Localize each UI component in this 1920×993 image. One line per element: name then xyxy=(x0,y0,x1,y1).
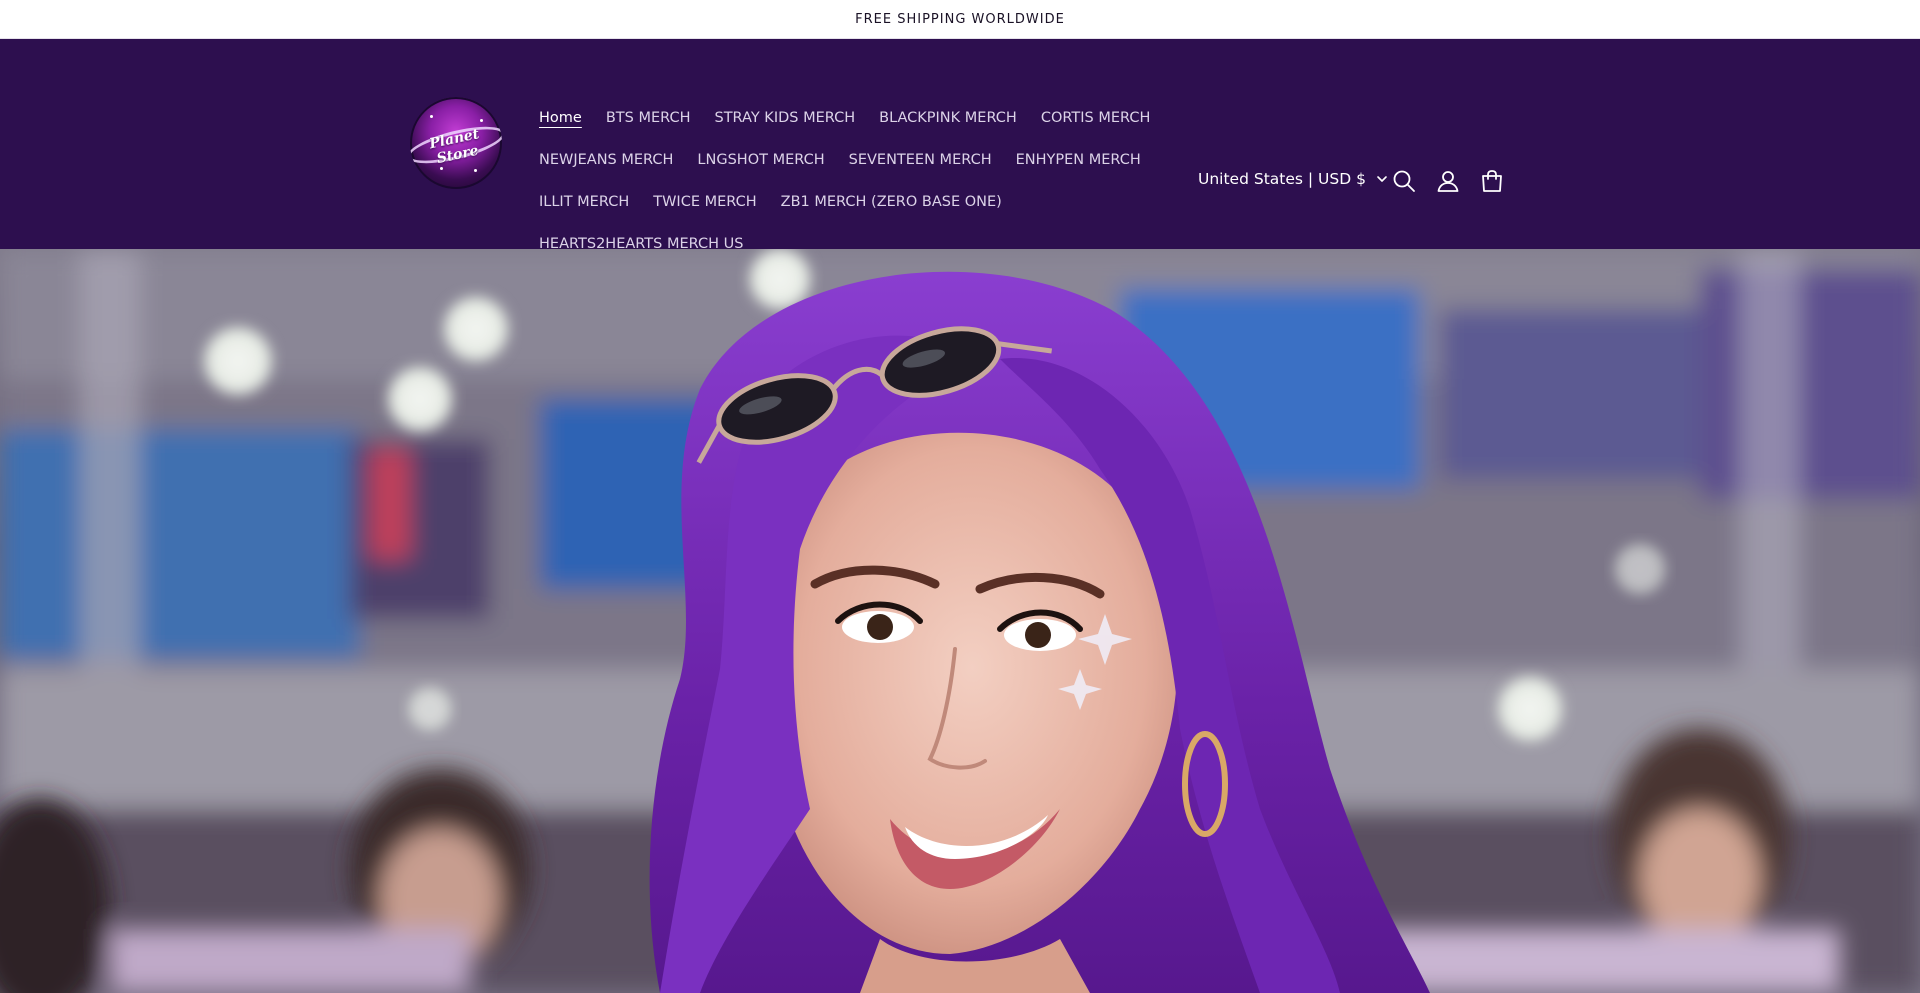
nav-item-blackpink-merch[interactable]: BLACKPINK MERCH xyxy=(879,110,1017,126)
hero-image xyxy=(0,249,1920,993)
nav-item-twice-merch[interactable]: TWICE MERCH xyxy=(653,194,756,210)
nav-item-bts-merch[interactable]: BTS MERCH xyxy=(606,110,691,126)
announcement-bar: FREE SHIPPING WORLDWIDE xyxy=(0,0,1920,39)
nav-item-stray-kids-merch[interactable]: STRAY KIDS MERCH xyxy=(715,110,856,126)
logo-star-icon xyxy=(430,115,433,118)
logo-star-icon xyxy=(474,169,477,172)
nav-item-illit-merch[interactable]: ILLIT MERCH xyxy=(539,194,629,210)
store-logo[interactable]: Planet Store xyxy=(410,97,502,189)
country-selector-label: United States | USD $ xyxy=(1198,170,1366,188)
country-selector[interactable]: United States | USD $ xyxy=(1198,170,1388,188)
nav-row: ILLIT MERCH TWICE MERCH ZB1 MERCH (ZERO … xyxy=(527,181,1167,223)
site-header: Planet Store Home BTS MERCH STRAY KIDS M… xyxy=(0,39,1920,252)
chevron-down-icon xyxy=(1377,176,1387,182)
nav-row: Home BTS MERCH STRAY KIDS MERCH BLACKPIN… xyxy=(527,97,1167,139)
logo-star-icon xyxy=(440,167,443,170)
cart-button[interactable] xyxy=(1479,168,1505,194)
main-nav: Home BTS MERCH STRAY KIDS MERCH BLACKPIN… xyxy=(527,97,1167,265)
nav-item-enhypen-merch[interactable]: ENHYPEN MERCH xyxy=(1016,152,1141,168)
nav-row: NEWJEANS MERCH LNGSHOT MERCH SEVENTEEN M… xyxy=(527,139,1167,181)
logo-star-icon xyxy=(480,119,483,122)
account-icon xyxy=(1437,171,1459,192)
announcement-text: FREE SHIPPING WORLDWIDE xyxy=(855,11,1065,27)
nav-item-lngshot-merch[interactable]: LNGSHOT MERCH xyxy=(697,152,824,168)
nav-item-newjeans-merch[interactable]: NEWJEANS MERCH xyxy=(539,152,673,168)
nav-item-home[interactable]: Home xyxy=(539,110,582,126)
logo-text: Planet Store xyxy=(427,126,481,168)
hero-banner xyxy=(0,249,1920,993)
search-button[interactable] xyxy=(1391,168,1417,194)
nav-item-cortis-merch[interactable]: CORTIS MERCH xyxy=(1041,110,1151,126)
account-button[interactable] xyxy=(1435,168,1461,194)
nav-item-zb1-merch[interactable]: ZB1 MERCH (ZERO BASE ONE) xyxy=(781,194,1002,210)
cart-icon xyxy=(1482,170,1502,192)
search-icon xyxy=(1393,170,1415,192)
nav-item-seventeen-merch[interactable]: SEVENTEEN MERCH xyxy=(849,152,992,168)
